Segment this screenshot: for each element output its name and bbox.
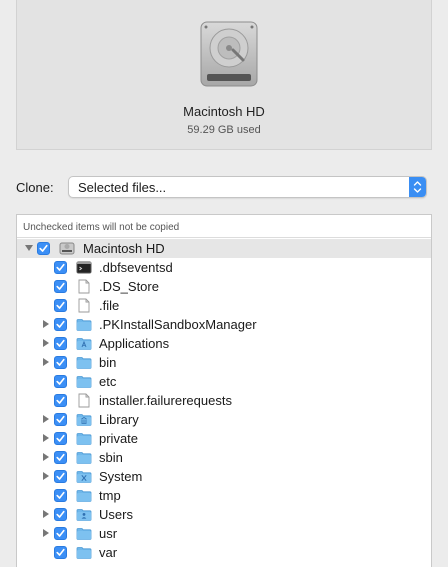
tree-item-label: Applications bbox=[99, 336, 170, 351]
tree-row[interactable]: tmp bbox=[17, 486, 431, 505]
applications-folder-icon bbox=[76, 338, 92, 350]
disclosure-expanded-icon[interactable] bbox=[25, 244, 33, 252]
folder-icon bbox=[76, 528, 92, 540]
checkbox[interactable] bbox=[54, 337, 67, 350]
disclosure-collapsed-icon[interactable] bbox=[42, 529, 50, 537]
checkbox[interactable] bbox=[54, 432, 67, 445]
disclosure-collapsed-icon[interactable] bbox=[42, 453, 50, 461]
tree-row[interactable]: var bbox=[17, 543, 431, 562]
tree-row[interactable]: sbin bbox=[17, 448, 431, 467]
hard-drive-icon bbox=[200, 21, 258, 87]
tree-item-label: .DS_Store bbox=[99, 279, 159, 294]
disclosure-collapsed-icon[interactable] bbox=[42, 358, 50, 366]
tree-item-label: private bbox=[99, 431, 139, 446]
folder-icon bbox=[76, 319, 92, 331]
checkbox[interactable] bbox=[54, 318, 67, 331]
file-tree[interactable]: Unchecked items will not be copied Macin… bbox=[16, 214, 432, 567]
system-folder-icon bbox=[76, 471, 92, 483]
checkbox[interactable] bbox=[54, 527, 67, 540]
tree-row-root[interactable]: Macintosh HD bbox=[17, 239, 431, 258]
checkbox[interactable] bbox=[54, 546, 67, 559]
tree-item-label: etc bbox=[99, 374, 117, 389]
disclosure-collapsed-icon[interactable] bbox=[42, 472, 50, 480]
checkbox[interactable] bbox=[54, 261, 67, 274]
checkbox[interactable] bbox=[54, 375, 67, 388]
document-icon bbox=[78, 279, 90, 294]
clone-mode-select[interactable]: Selected files... bbox=[68, 176, 427, 198]
folder-icon bbox=[76, 490, 92, 502]
tree-item-label: var bbox=[99, 545, 118, 560]
tree-row[interactable]: Applications bbox=[17, 334, 431, 353]
checkbox[interactable] bbox=[54, 280, 67, 293]
document-icon bbox=[78, 393, 90, 408]
tree-item-label: Library bbox=[99, 412, 139, 427]
checkbox[interactable] bbox=[54, 356, 67, 369]
folder-icon bbox=[76, 433, 92, 445]
terminal-icon bbox=[76, 261, 92, 274]
tree-row[interactable]: usr bbox=[17, 524, 431, 543]
tree-item-label: tmp bbox=[99, 488, 121, 503]
source-disk-panel[interactable]: Macintosh HD 59.29 GB used bbox=[16, 0, 432, 150]
disclosure-collapsed-icon[interactable] bbox=[42, 320, 50, 328]
checkbox[interactable] bbox=[54, 413, 67, 426]
tree-row[interactable]: private bbox=[17, 429, 431, 448]
tree-rows: Macintosh HD .dbfseventsd .DS_Store .file.… bbox=[17, 239, 431, 562]
tree-row[interactable]: .dbfseventsd bbox=[17, 258, 431, 277]
tree-row[interactable]: bin bbox=[17, 353, 431, 372]
clone-mode-value: Selected files... bbox=[78, 180, 167, 195]
disclosure-collapsed-icon[interactable] bbox=[42, 434, 50, 442]
checkbox[interactable] bbox=[54, 508, 67, 521]
tree-row[interactable]: etc bbox=[17, 372, 431, 391]
tree-row[interactable]: Users bbox=[17, 505, 431, 524]
users-folder-icon bbox=[76, 509, 92, 521]
folder-icon bbox=[76, 452, 92, 464]
disk-usage: 59.29 GB used bbox=[187, 124, 261, 136]
tree-item-label: System bbox=[99, 469, 143, 484]
folder-icon bbox=[76, 376, 92, 388]
checkbox[interactable] bbox=[54, 299, 67, 312]
disclosure-collapsed-icon[interactable] bbox=[42, 510, 50, 518]
document-icon bbox=[78, 298, 90, 313]
disclosure-collapsed-icon[interactable] bbox=[42, 339, 50, 347]
tree-item-label: Users bbox=[99, 507, 133, 522]
tree-row[interactable]: .file bbox=[17, 296, 431, 315]
tree-item-label: .file bbox=[99, 298, 120, 313]
tree-item-label: bin bbox=[99, 355, 117, 370]
disk-name: Macintosh HD bbox=[183, 104, 265, 119]
tree-root-label: Macintosh HD bbox=[83, 241, 165, 256]
tree-divider bbox=[17, 237, 431, 238]
checkbox[interactable] bbox=[54, 394, 67, 407]
folder-icon bbox=[76, 357, 92, 369]
tree-header-note: Unchecked items will not be copied bbox=[23, 222, 180, 233]
tree-row[interactable]: System bbox=[17, 467, 431, 486]
checkbox[interactable] bbox=[54, 470, 67, 483]
tree-row[interactable]: .DS_Store bbox=[17, 277, 431, 296]
checkbox[interactable] bbox=[54, 451, 67, 464]
hard-drive-icon bbox=[59, 242, 75, 255]
checkbox[interactable] bbox=[54, 489, 67, 502]
library-folder-icon bbox=[76, 414, 92, 426]
tree-row[interactable]: installer.failurerequests bbox=[17, 391, 431, 410]
tree-item-label: .PKInstallSandboxManager bbox=[99, 317, 257, 332]
clone-label: Clone: bbox=[16, 180, 54, 195]
disclosure-collapsed-icon[interactable] bbox=[42, 415, 50, 423]
tree-item-label: installer.failurerequests bbox=[99, 393, 232, 408]
tree-item-label: sbin bbox=[99, 450, 123, 465]
checkbox-root[interactable] bbox=[37, 242, 50, 255]
select-stepper-icon bbox=[409, 177, 426, 197]
folder-icon bbox=[76, 547, 92, 559]
tree-row[interactable]: .PKInstallSandboxManager bbox=[17, 315, 431, 334]
tree-row[interactable]: Library bbox=[17, 410, 431, 429]
tree-item-label: .dbfseventsd bbox=[99, 260, 173, 275]
tree-item-label: usr bbox=[99, 526, 118, 541]
